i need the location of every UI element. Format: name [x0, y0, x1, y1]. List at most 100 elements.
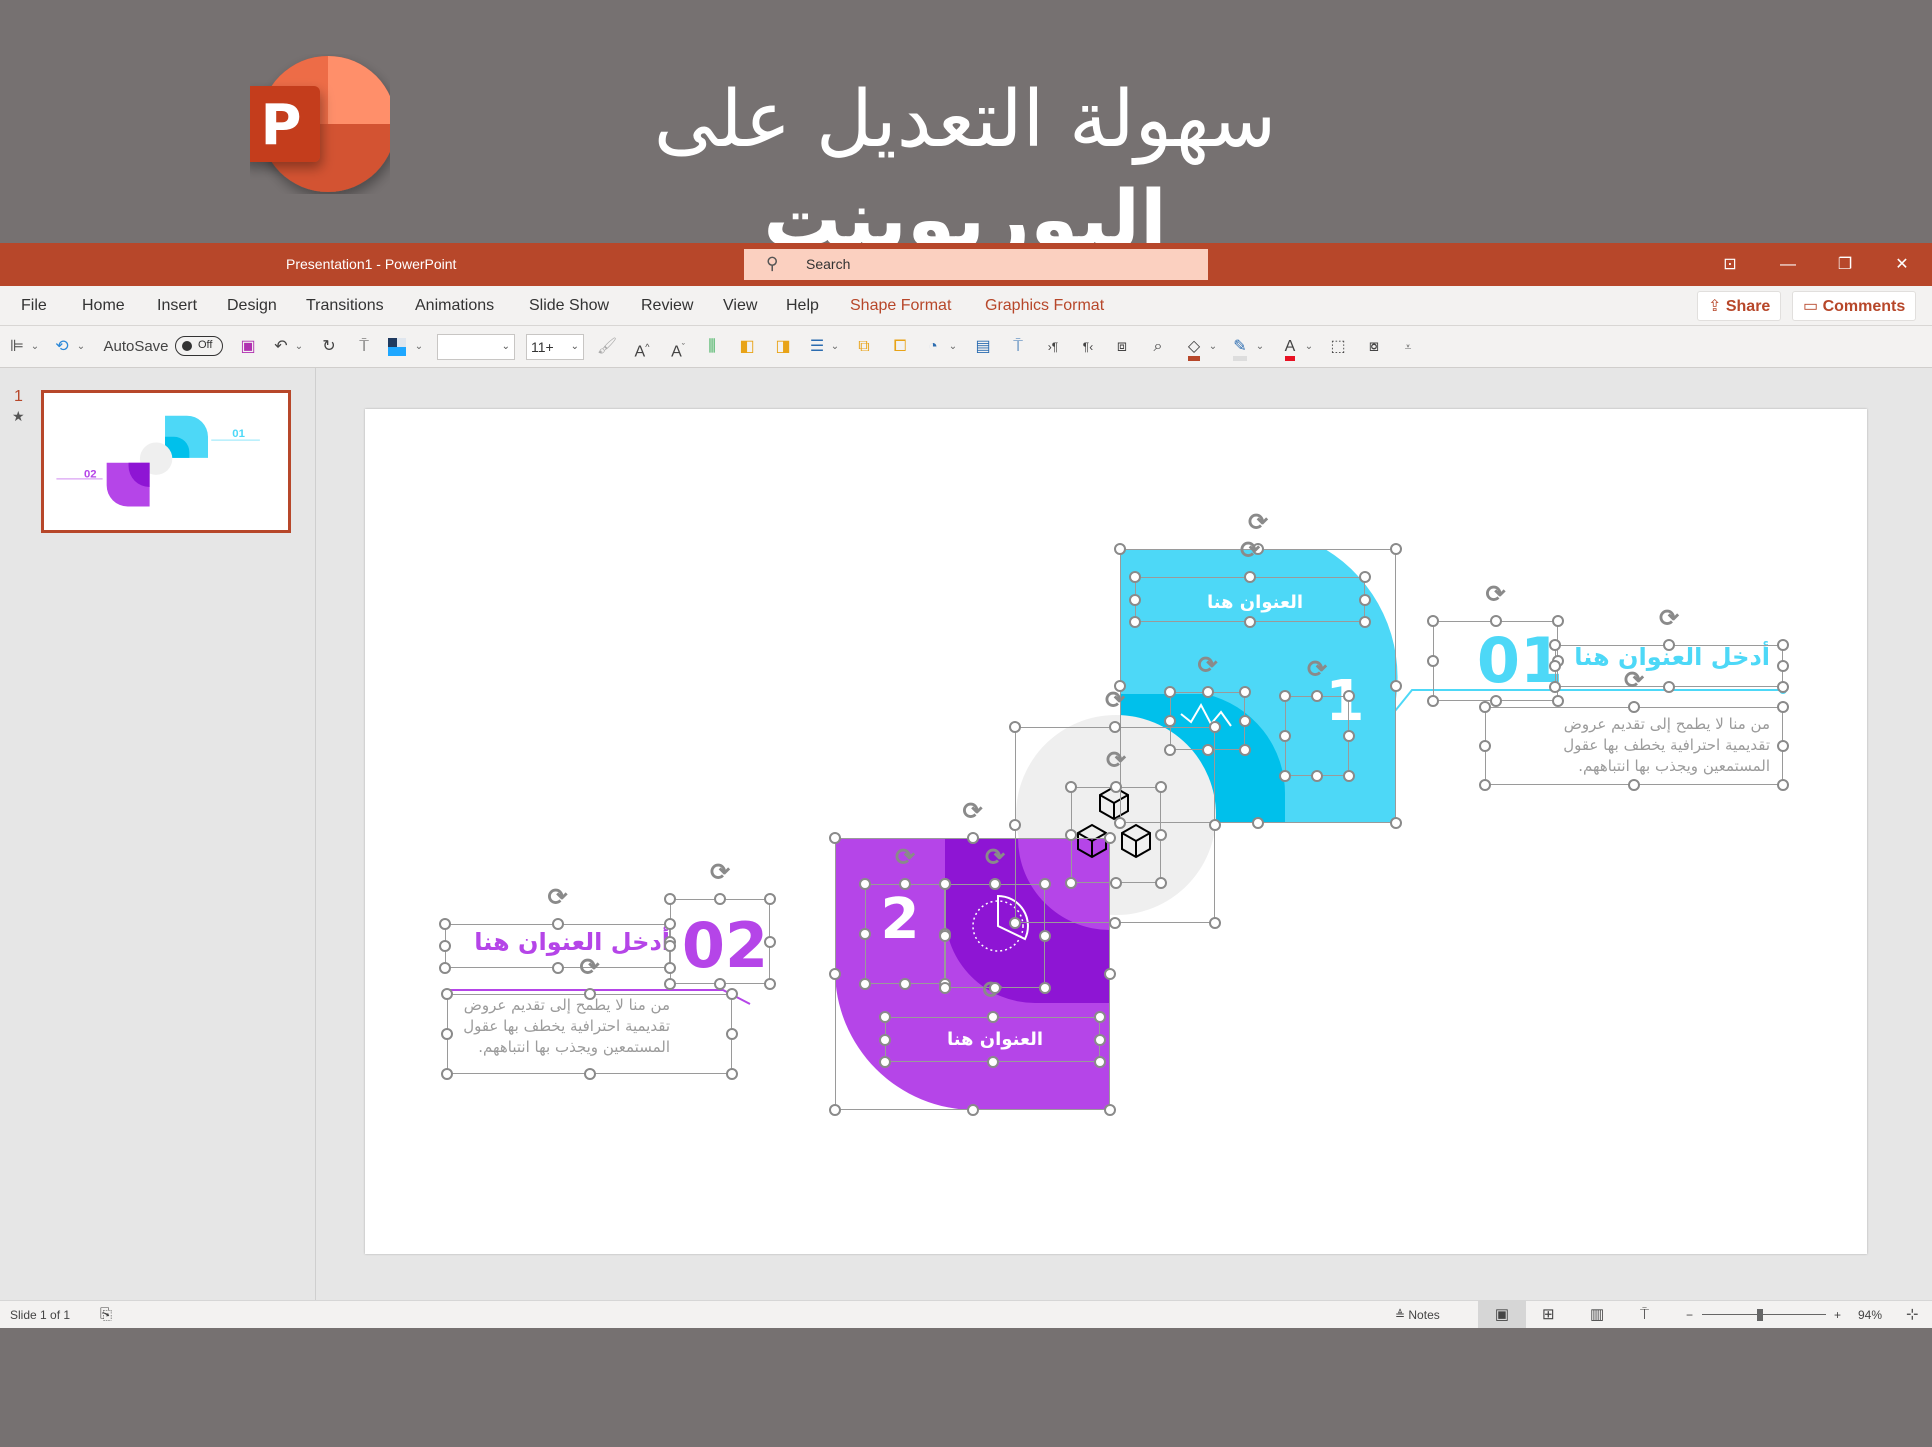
resize-handle[interactable]: [1549, 639, 1561, 651]
resize-handle[interactable]: [441, 1068, 453, 1080]
resize-handle[interactable]: [714, 978, 726, 990]
resize-handle[interactable]: [939, 930, 951, 942]
resize-handle[interactable]: [1427, 695, 1439, 707]
resize-handle[interactable]: [1209, 721, 1221, 733]
rotate-handle-icon[interactable]: ⟳: [1103, 748, 1129, 774]
resize-handle[interactable]: [1109, 721, 1121, 733]
slide-sorter-button[interactable]: ⊞: [1542, 1301, 1564, 1329]
restore-button[interactable]: ❐: [1817, 243, 1873, 286]
resize-handle[interactable]: [764, 978, 776, 990]
send-backward-icon[interactable]: ◨: [771, 334, 795, 360]
fill-color-icon[interactable]: ◇: [1182, 334, 1206, 361]
undo-dropdown[interactable]: ⌄: [294, 334, 304, 360]
tab-animations[interactable]: Animations: [415, 286, 494, 326]
shapes-icon[interactable]: ◔: [921, 334, 945, 360]
reading-view-button[interactable]: ▥: [1590, 1301, 1612, 1329]
zoom-slider[interactable]: [1702, 1301, 1826, 1329]
present-icon[interactable]: ⍑: [353, 334, 375, 360]
resize-handle[interactable]: [879, 1033, 891, 1046]
resize-handle[interactable]: [1110, 877, 1122, 889]
resize-handle[interactable]: [1628, 779, 1640, 791]
resize-handle[interactable]: [1390, 817, 1402, 829]
resize-handle[interactable]: [1155, 829, 1167, 841]
undo-icon[interactable]: ↶: [270, 334, 292, 360]
resize-handle[interactable]: [764, 893, 776, 905]
font-color-icon[interactable]: A: [1278, 334, 1302, 361]
resize-handle[interactable]: [1065, 877, 1077, 889]
resize-handle[interactable]: [1129, 593, 1141, 606]
rotate-handle-icon[interactable]: ⟳: [960, 799, 986, 825]
resize-handle[interactable]: [859, 878, 871, 890]
resize-handle[interactable]: [1343, 770, 1355, 782]
resize-handle[interactable]: [1663, 639, 1675, 651]
resize-handle[interactable]: [1239, 744, 1251, 756]
resize-handle[interactable]: [1552, 695, 1564, 707]
find-icon[interactable]: ⌕: [1146, 334, 1170, 360]
rotate-icon[interactable]: ⟲: [50, 334, 74, 360]
resize-handle[interactable]: [1129, 571, 1141, 583]
resize-handle[interactable]: [989, 878, 1001, 890]
zoom-level[interactable]: 94%: [1858, 1301, 1882, 1329]
fit-to-window-icon[interactable]: ⊹: [1906, 1301, 1919, 1329]
close-button[interactable]: ✕: [1874, 243, 1930, 286]
resize-handle[interactable]: [441, 1028, 453, 1040]
resize-handle[interactable]: [966, 832, 979, 844]
resize-handle[interactable]: [714, 893, 726, 905]
resize-handle[interactable]: [1164, 744, 1176, 756]
rotate-handle-icon[interactable]: ⟳: [1237, 538, 1263, 564]
resize-handle[interactable]: [1777, 681, 1789, 693]
resize-handle[interactable]: [1390, 680, 1402, 692]
zoom-out-button[interactable]: −: [1686, 1301, 1693, 1329]
resize-handle[interactable]: [1279, 730, 1291, 742]
resize-handle[interactable]: [1279, 690, 1291, 702]
resize-handle[interactable]: [726, 1028, 738, 1040]
resize-handle[interactable]: [859, 978, 871, 990]
slideshow-view-button[interactable]: ⍑: [1640, 1301, 1662, 1329]
select-icon[interactable]: ⬚: [1326, 334, 1350, 360]
resize-handle[interactable]: [1114, 543, 1126, 555]
rotate-handle-icon[interactable]: ⟳: [1304, 657, 1330, 683]
resize-handle[interactable]: [1009, 721, 1021, 733]
rotate-handle-icon[interactable]: ⟳: [1245, 510, 1271, 536]
resize-handle[interactable]: [1479, 740, 1491, 752]
resize-handle[interactable]: [1164, 686, 1176, 698]
zoom-slider-thumb[interactable]: [1757, 1309, 1764, 1321]
resize-handle[interactable]: [439, 918, 451, 930]
rotate-handle-icon[interactable]: ⟳: [982, 845, 1008, 871]
resize-handle[interactable]: [1009, 917, 1021, 929]
resize-handle[interactable]: [829, 832, 841, 844]
tab-home[interactable]: Home: [82, 286, 125, 326]
resize-handle[interactable]: [899, 978, 911, 990]
resize-handle[interactable]: [1479, 701, 1491, 713]
resize-handle[interactable]: [1155, 781, 1167, 793]
resize-handle[interactable]: [1489, 695, 1502, 707]
font-color-dropdown[interactable]: ⌄: [1304, 334, 1314, 360]
resize-handle[interactable]: [966, 1104, 979, 1116]
search-box[interactable]: ⚲ Search: [744, 249, 1208, 280]
rotate-handle-icon[interactable]: ⟳: [1483, 582, 1509, 608]
resize-handle[interactable]: [1390, 543, 1402, 555]
resize-handle[interactable]: [879, 1011, 891, 1023]
rotate-handle-icon[interactable]: ⟳: [707, 860, 733, 886]
format-painter-icon[interactable]: 🖌: [596, 334, 618, 360]
normal-view-button[interactable]: ▣: [1478, 1301, 1526, 1329]
increase-font-icon[interactable]: A^: [630, 334, 654, 360]
resize-handle[interactable]: [1239, 686, 1251, 698]
notes-button[interactable]: ≜ Notes: [1395, 1301, 1440, 1329]
resize-handle[interactable]: [551, 962, 564, 974]
align-text-icon[interactable]: ⫼: [700, 334, 724, 360]
tab-transitions[interactable]: Transitions: [306, 286, 384, 326]
ltr-icon[interactable]: ›¶: [1042, 334, 1064, 360]
resize-handle[interactable]: [664, 962, 676, 974]
tab-review[interactable]: Review: [641, 286, 693, 326]
resize-handle[interactable]: [1110, 781, 1122, 793]
resize-handle[interactable]: [986, 1056, 999, 1068]
resize-handle[interactable]: [726, 988, 738, 1000]
resize-handle[interactable]: [1663, 681, 1675, 693]
resize-handle[interactable]: [726, 1068, 738, 1080]
resize-handle[interactable]: [1094, 1011, 1106, 1023]
resize-handle[interactable]: [1252, 817, 1264, 829]
resize-handle[interactable]: [829, 1104, 841, 1116]
resize-handle[interactable]: [1311, 770, 1323, 782]
slide-canvas[interactable]: العنوان هنا 1 01 أدخل العنوان هنا من منا…: [365, 409, 1867, 1254]
